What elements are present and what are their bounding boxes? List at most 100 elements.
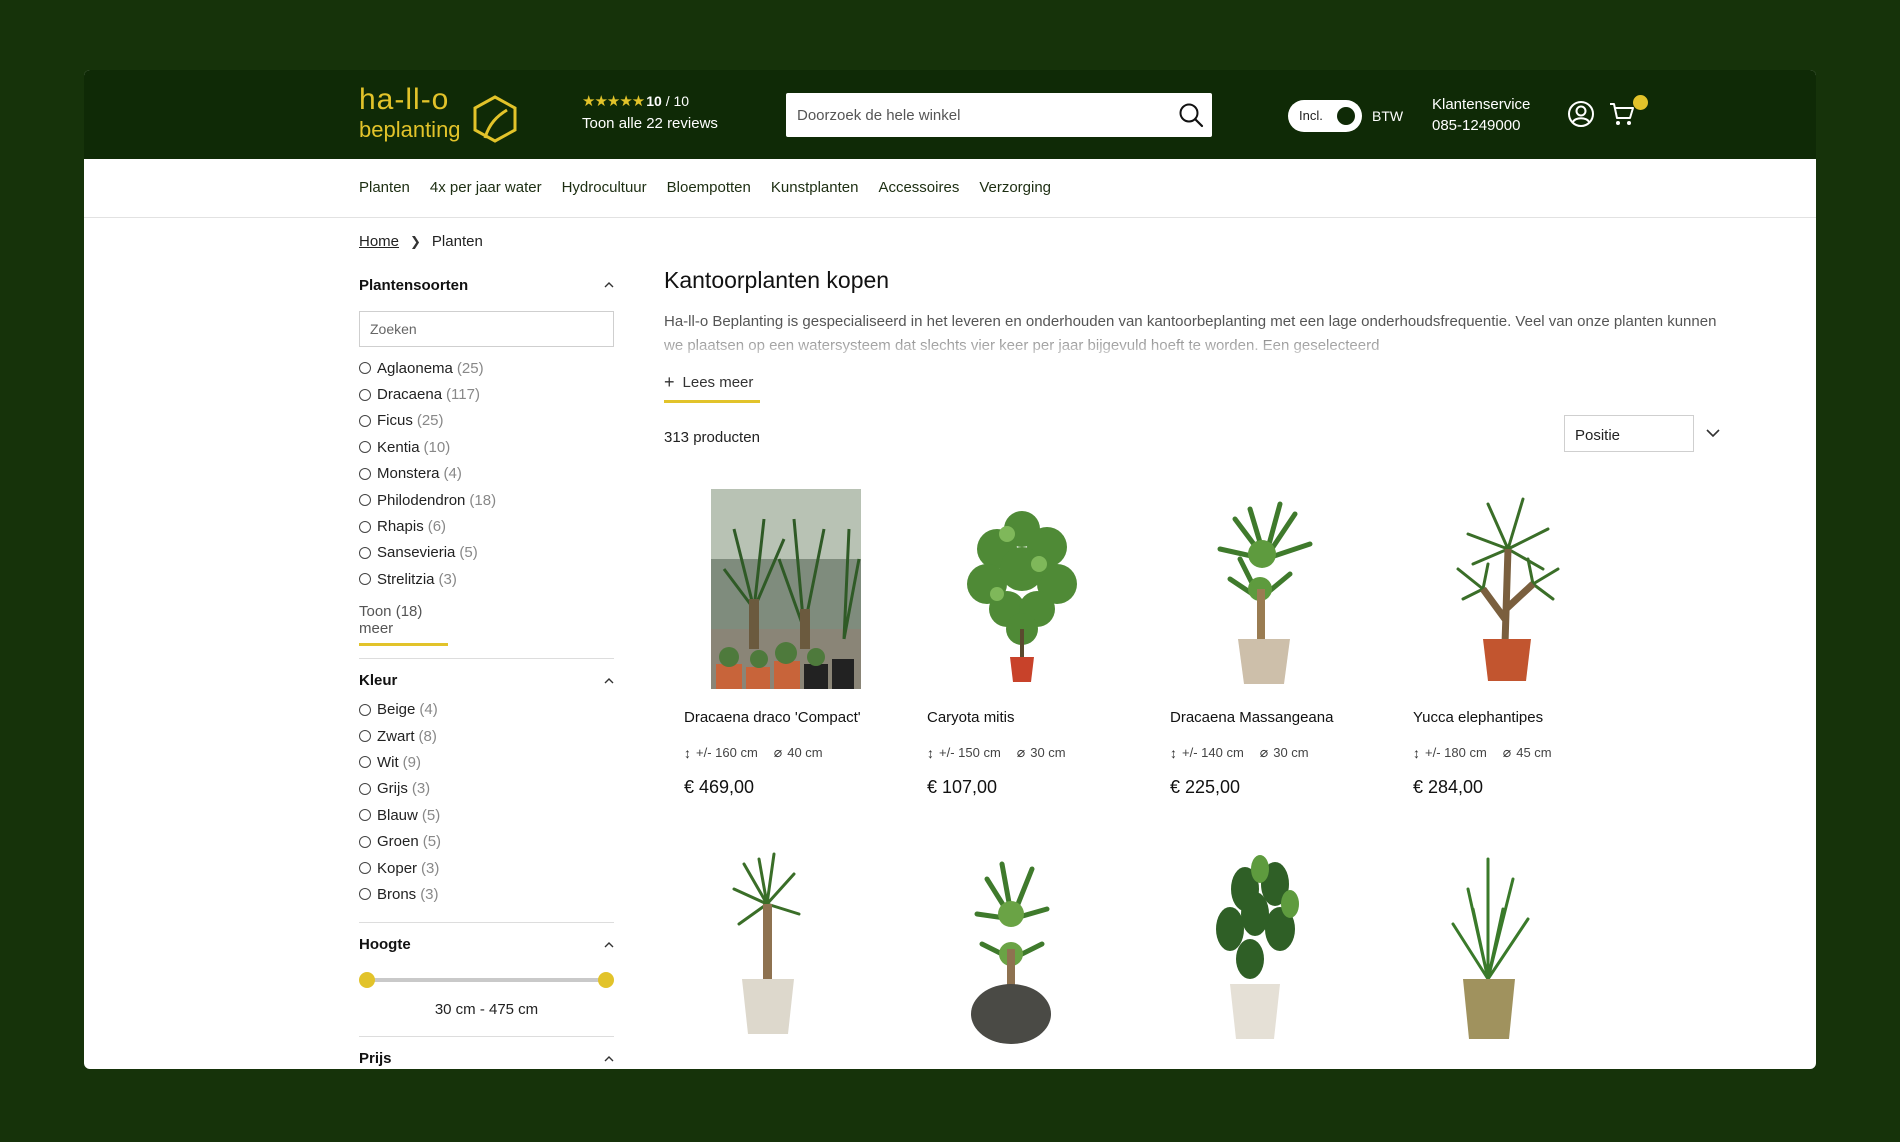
chevron-up-icon[interactable] [604,280,614,290]
product-image-kentia[interactable] [1393,849,1623,1049]
radio-button[interactable] [359,782,371,795]
hexagon-leaf-icon [473,95,517,143]
product-price: € 225,00 [1170,777,1241,797]
height-range-slider[interactable] [359,971,614,989]
option-label: Sansevieria [377,544,456,562]
nav-item-planten[interactable]: Planten [359,179,410,196]
nav-item-hydrocultuur[interactable]: Hydrocultuur [562,179,647,196]
option-count: (8) [418,727,437,745]
filter-header-plant-types[interactable]: Plantensoorten [359,275,614,295]
filter-option[interactable]: Wit (9) [359,749,614,775]
filter-header-height[interactable]: Hoogte [359,935,614,955]
product-name[interactable]: Yucca elephantipes [1413,709,1543,726]
radio-button[interactable] [359,494,371,507]
radio-button[interactable] [359,388,371,401]
vat-label: BTW [1372,108,1404,124]
browser-page: ha-ll-o beplanting ★★★★★ 10 / 10 Toon all… [84,70,1816,1069]
radio-button[interactable] [359,467,371,480]
sort-select[interactable]: Positie [1564,415,1694,452]
chevron-up-icon[interactable] [604,1054,614,1064]
radio-button[interactable] [359,414,371,427]
radio-button[interactable] [359,888,371,901]
search-icon[interactable] [1178,102,1204,128]
filter-option[interactable]: Philodendron (18) [359,487,614,513]
radio-button[interactable] [359,703,371,716]
product-count: 313 producten [664,429,760,446]
product-image-massangeana[interactable] [1150,489,1380,689]
option-label: Blauw [377,806,418,824]
radio-button[interactable] [359,809,371,822]
customer-service-phone[interactable]: 085-1249000 [1432,115,1530,136]
product-image-yucca[interactable] [1393,489,1623,689]
radio-button[interactable] [359,546,371,559]
filter-option[interactable]: Koper (3) [359,855,614,881]
filter-header-price[interactable]: Prijs [359,1049,614,1069]
nav-item-water[interactable]: 4x per jaar water [430,179,542,196]
radio-button[interactable] [359,756,371,769]
filter-option[interactable]: Ficus (25) [359,408,614,434]
product-image-caryota[interactable] [907,489,1137,689]
radio-button[interactable] [359,573,371,586]
user-icon[interactable] [1567,100,1595,128]
product-image-dracaena-dark-pot[interactable] [907,849,1137,1049]
product-name[interactable]: Dracaena draco 'Compact' [684,709,861,726]
reviews-link[interactable]: Toon alle 22 reviews [582,115,718,132]
filter-option[interactable]: Aglaonema (25) [359,355,614,381]
option-count: (3) [421,859,440,877]
read-more-button[interactable]: + Lees meer [664,372,760,403]
option-count: (3) [420,885,439,903]
show-more-link[interactable]: Toon (18) meer [359,603,448,646]
filter-option[interactable]: Sansevieria (5) [359,540,614,566]
radio-button[interactable] [359,362,371,375]
filter-search-input[interactable] [360,312,613,346]
product-price: € 284,00 [1413,777,1484,797]
filter-option[interactable]: Rhapis (6) [359,513,614,539]
main-nav: Planten 4x per jaar water Hydrocultuur B… [84,159,1816,218]
filter-option[interactable]: Kentia (10) [359,434,614,460]
customer-service[interactable]: Klantenservice 085-1249000 [1432,94,1530,136]
filter-option[interactable]: Beige (4) [359,697,614,723]
filter-option[interactable]: Grijs (3) [359,776,614,802]
product-name[interactable]: Caryota mitis [927,709,1015,726]
product-image-yucca-white-pot[interactable] [664,849,894,1049]
rating-widget[interactable]: ★★★★★ 10 / 10 Toon alle 22 reviews [582,92,718,132]
filter-option[interactable]: Monstera (4) [359,461,614,487]
radio-button[interactable] [359,441,371,454]
product-dimensions: ↕ +/- 180 cm ⌀ 45 cm [1413,744,1552,761]
vat-toggle[interactable]: Incl. [1288,100,1362,132]
search-input[interactable] [786,93,1156,137]
logo[interactable]: ha-ll-o beplanting [359,84,529,146]
product-dimensions: ↕ +/- 160 cm ⌀ 40 cm [684,744,823,761]
nav-item-verzorging[interactable]: Verzorging [979,179,1051,196]
filter-header-color[interactable]: Kleur [359,671,614,691]
radio-button[interactable] [359,520,371,533]
product-image-ficus[interactable] [1150,849,1380,1049]
filter-option[interactable]: Brons (3) [359,881,614,907]
cart-icon[interactable] [1608,100,1636,128]
radio-button[interactable] [359,862,371,875]
filter-option[interactable]: Groen (5) [359,828,614,854]
plus-icon: + [664,372,675,392]
radio-button[interactable] [359,730,371,743]
breadcrumb-home[interactable]: Home [359,233,399,250]
filter-option[interactable]: Dracaena (117) [359,381,614,407]
slider-handle-min[interactable] [359,971,375,988]
height-arrow-icon: ↕ [927,744,934,761]
nav-item-accessoires[interactable]: Accessoires [878,179,959,196]
customer-service-title: Klantenservice [1432,96,1531,113]
filter-title: Hoogte [359,936,411,954]
stars-icon: ★★★★★ [582,93,645,110]
filter-option[interactable]: Strelitzia (3) [359,566,614,592]
chevron-up-icon[interactable] [604,676,614,686]
product-image-nursery[interactable] [664,489,894,689]
filter-option[interactable]: Zwart (8) [359,723,614,749]
filter-option[interactable]: Blauw (5) [359,802,614,828]
radio-button[interactable] [359,835,371,848]
chevron-up-icon[interactable] [604,940,614,950]
slider-handle-max[interactable] [598,971,614,988]
nav-item-bloempotten[interactable]: Bloempotten [667,179,751,196]
nav-item-kunstplanten[interactable]: Kunstplanten [771,179,859,196]
option-count: (3) [411,780,431,798]
product-name[interactable]: Dracaena Massangeana [1170,709,1333,726]
chevron-down-icon[interactable] [1705,425,1721,441]
